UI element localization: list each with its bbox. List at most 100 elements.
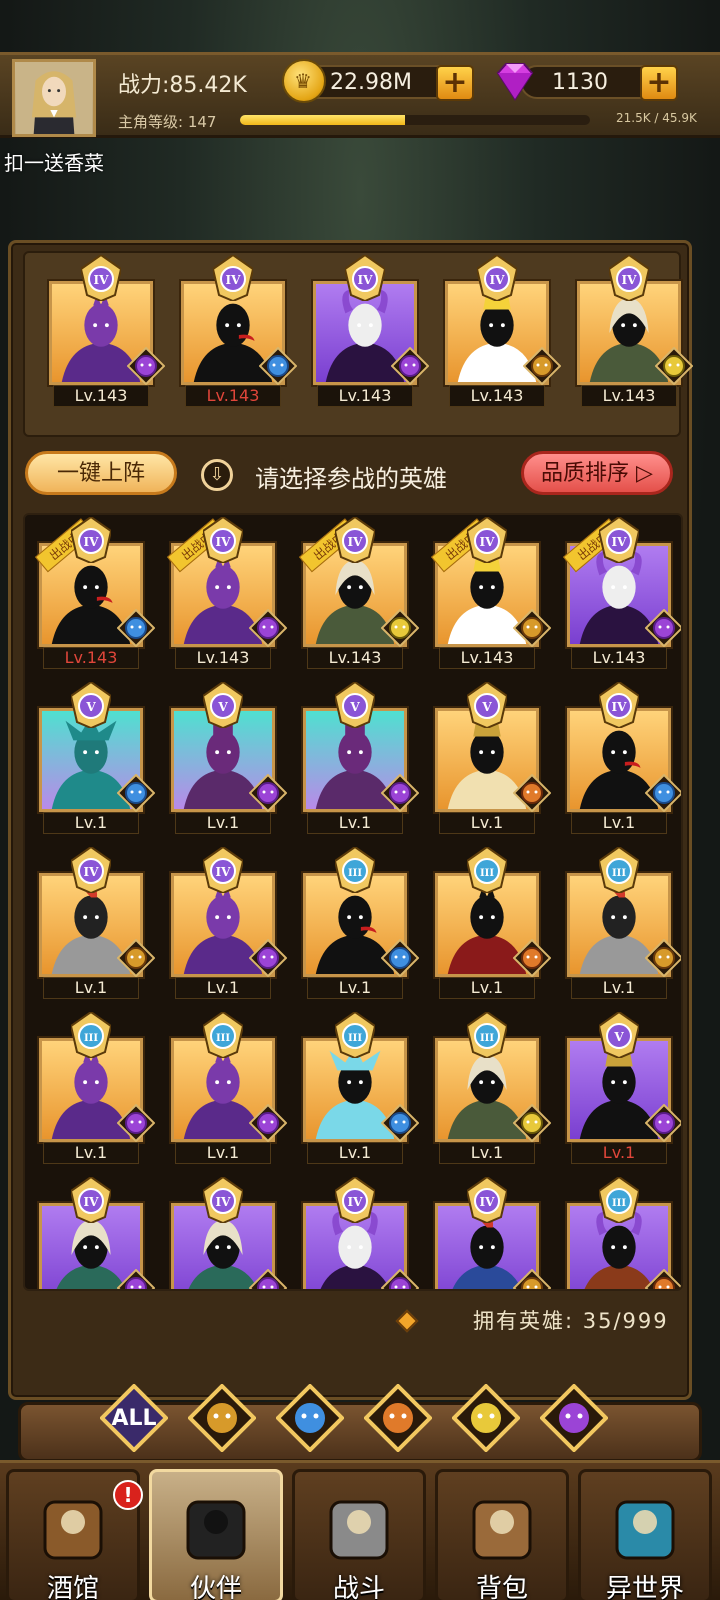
team-slot[interactable]: IV Lv.143 [49,253,166,409]
rank-badge-iv-icon: IV [597,515,641,565]
faction-badge [248,608,288,648]
game-screen: 战力:85.42K ♛ 22.98M + 1130 + 主角等级: 147 21… [0,0,720,1600]
svg-text:III: III [348,868,362,879]
filter-beast[interactable] [364,1384,432,1452]
hero-card[interactable]: IV Lv.1 [567,680,681,836]
faction-badge [522,346,562,386]
faction-badge [380,773,420,813]
hero-card[interactable]: III Lv.1 [303,845,420,1001]
rank-badge-iv-icon: IV [201,1175,245,1225]
hero-card[interactable]: III Lv.1 [171,1010,288,1166]
svg-text:IV: IV [480,535,496,549]
hero-card[interactable]: V Lv.1 [567,1010,681,1166]
hero-level: Lv.1 [307,977,403,999]
nav-tab-battle[interactable]: 战斗 [292,1469,426,1600]
hero-card[interactable]: III Lv.1 [303,1010,420,1166]
hero-card[interactable]: 出战中 IV Lv.143 [35,515,156,671]
nav-tab-portal[interactable]: 异世界 [578,1469,712,1600]
rank-badge-iv-icon: IV [69,1175,113,1225]
download-arrow-icon: ⇩ [201,459,233,491]
orc-icon [540,1384,608,1452]
hero-level: Lv.1 [175,977,271,999]
rank-badge: IV [69,845,113,895]
hero-level: Lv.1 [439,977,535,999]
rank-badge-iv-icon: IV [333,515,377,565]
hero-card[interactable]: IV [435,1175,552,1289]
hero-card[interactable]: V Lv.1 [435,680,552,836]
partner-icon [186,1500,246,1560]
hero-card[interactable]: 出战中 IV Lv.143 [563,515,681,671]
player-avatar[interactable] [12,59,96,137]
rank-badge-iii-icon: III [597,845,641,895]
hero-card[interactable]: V Lv.1 [39,680,156,836]
team-slot[interactable]: IV Lv.143 [181,253,298,409]
hero-card[interactable]: IV [171,1175,288,1289]
hero-card[interactable]: IV [39,1175,156,1289]
hero-card[interactable]: V Lv.1 [303,680,420,836]
svg-text:IV: IV [84,865,100,879]
svg-text:V: V [217,700,228,714]
hero-card[interactable]: III Lv.1 [435,1010,552,1166]
rank-badge: III [465,845,509,895]
hero-card[interactable]: V Lv.1 [171,680,288,836]
filter-human[interactable] [188,1384,256,1452]
xp-text: 21.5K / 45.9K [616,111,697,125]
nav-tab-partner[interactable]: 伙伴 [149,1469,283,1600]
team-slot[interactable]: IV Lv.143 [445,253,562,409]
svg-text:IV: IV [84,535,100,549]
hero-level-label: 主角等级: 147 [118,113,217,131]
nav-label: 异世界 [605,1574,684,1600]
quality-sort-button[interactable]: 品质排序 ▷ [521,451,673,495]
hero-card[interactable]: III Lv.1 [567,845,681,1001]
hero-card[interactable]: III Lv.1 [435,845,552,1001]
hero-card[interactable]: IV Lv.1 [39,845,156,1001]
svg-text:V: V [349,700,360,714]
svg-text:IV: IV [612,535,628,549]
hero-card[interactable]: III [567,1175,681,1289]
add-gold-button[interactable]: + [436,65,474,101]
beast-icon [644,1268,681,1289]
human-icon [644,938,681,978]
rank-badge: V [333,680,377,730]
hero-level: Lv.143 [307,647,403,669]
orc-icon [248,1103,288,1143]
svg-text:IV: IV [358,273,374,287]
rank-badge: V [465,680,509,730]
rank-badge: III [333,845,377,895]
hero-level: Lv.1 [571,812,667,834]
hero-level: Lv.1 [439,812,535,834]
faction-badge [644,938,681,978]
hero-card[interactable]: 出战中 IV Lv.143 [167,515,288,671]
filter-elf[interactable] [276,1384,344,1452]
add-gem-button[interactable]: + [640,65,678,101]
auto-deploy-button[interactable]: 一键上阵 [25,451,177,495]
hero-card[interactable]: 出战中 IV Lv.143 [299,515,420,671]
hero-grid[interactable]: 出战中 IV Lv.143 出战中 IV Lv.143 出战中 IV Lv.143 出战中 IV Lv… [23,513,683,1291]
hero-card[interactable]: IV Lv.1 [171,845,288,1001]
rank-badge: IV [597,515,641,565]
hero-card[interactable]: IV [303,1175,420,1289]
filter-fairy[interactable] [452,1384,520,1452]
gem-icon [496,63,534,101]
nav-tab-backpack[interactable]: 背包 [435,1469,569,1600]
filter-orc[interactable] [540,1384,608,1452]
beast-icon [364,1384,432,1452]
svg-text:III: III [480,868,494,879]
svg-text:V: V [481,700,492,714]
filter-all-filter[interactable]: ALL [100,1384,168,1452]
hero-card[interactable]: III Lv.1 [39,1010,156,1166]
team-slot[interactable]: IV Lv.143 [313,253,430,409]
team-slot[interactable]: IV Lv.143 [577,253,694,409]
rank-badge-iii-icon: III [201,1010,245,1060]
faction-badge [512,938,552,978]
rank-badge: IV [475,253,519,303]
hero-card[interactable]: 出战中 IV Lv.143 [431,515,552,671]
hero-level: Lv.143 [53,385,149,407]
rank-badge: V [69,680,113,730]
svg-text:IV: IV [348,1195,364,1209]
rank-badge: IV [607,253,651,303]
nav-tab-tavern[interactable]: 酒馆! [6,1469,143,1600]
backpack-icon [472,1500,532,1560]
rank-badge: III [201,1010,245,1060]
orc-icon [248,608,288,648]
